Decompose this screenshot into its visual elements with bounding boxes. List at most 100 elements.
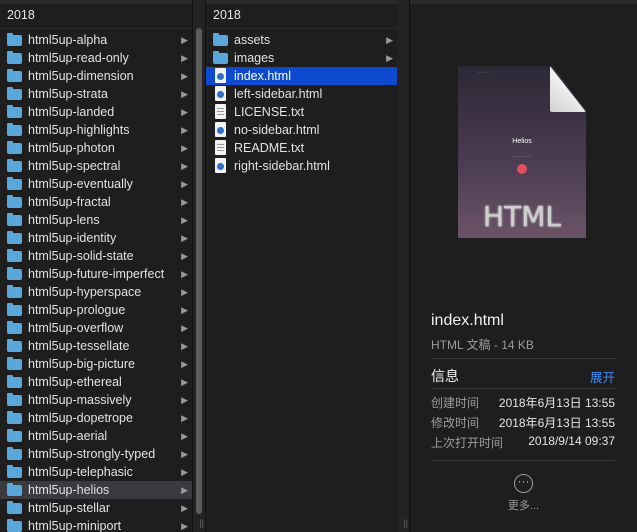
folder-icon	[7, 105, 22, 118]
folder-row[interactable]: html5up-eventually ▶	[0, 175, 192, 193]
folder-row[interactable]: html5up-aerial ▶	[0, 427, 192, 445]
folder-icon	[7, 51, 22, 64]
folder-name: html5up-future-imperfect	[28, 267, 165, 281]
folder-row[interactable]: html5up-photon ▶	[0, 139, 192, 157]
folder-row[interactable]: html5up-telephasic ▶	[0, 463, 192, 481]
folder-row[interactable]: html5up-future-imperfect ▶	[0, 265, 192, 283]
chevron-right-icon: ▶	[386, 35, 393, 45]
folder-name: html5up-miniport	[28, 519, 122, 532]
preview-subtitle-lines: — — — — —	[512, 154, 532, 158]
folder-row[interactable]: html5up-ethereal ▶	[0, 373, 192, 391]
folder-row[interactable]: html5up-hyperspace ▶	[0, 283, 192, 301]
folder-row[interactable]: html5up-highlights ▶	[0, 121, 192, 139]
folder-row[interactable]: html5up-identity ▶	[0, 229, 192, 247]
folder-row[interactable]: html5up-dopetrope ▶	[0, 409, 192, 427]
chevron-right-icon: ▶	[181, 179, 188, 189]
folder-row[interactable]: html5up-miniport ▶	[0, 517, 192, 532]
folder-name: html5up-solid-state	[28, 249, 134, 263]
folder-icon	[7, 177, 22, 190]
scrollbar-thumb[interactable]	[196, 28, 202, 514]
folder-name: html5up-massively	[28, 393, 132, 407]
info-row-created: 创建时间 2018年6月13日 13:55	[431, 394, 615, 412]
file-row[interactable]: right-sidebar.html	[206, 157, 397, 175]
chevron-right-icon: ▶	[181, 305, 188, 315]
html-file-icon	[215, 122, 226, 137]
info-row-last-opened: 上次打开时间 2018/9/14 09:37	[431, 434, 615, 452]
folder-row[interactable]: html5up-dimension ▶	[0, 67, 192, 85]
html-file-icon	[215, 68, 226, 83]
info-label: 创建时间	[431, 396, 480, 410]
column-1-scrollbar[interactable]: ||	[193, 0, 206, 532]
file-type-badge: HTML	[483, 200, 561, 233]
column-2[interactable]: 2018 assets ▶ images ▶ index.html left-sideba…	[206, 0, 398, 532]
folder-row[interactable]: html5up-prologue ▶	[0, 301, 192, 319]
file-row[interactable]: no-sidebar.html	[206, 121, 397, 139]
folder-row[interactable]: html5up-alpha ▶	[0, 31, 192, 49]
chevron-right-icon: ▶	[181, 395, 188, 405]
text-file-icon	[215, 140, 226, 155]
folder-icon	[7, 195, 22, 208]
folder-name: html5up-ethereal	[28, 375, 122, 389]
file-name: right-sidebar.html	[234, 159, 330, 173]
folder-row[interactable]: assets ▶	[206, 31, 397, 49]
more-button[interactable]: ··· 更多...	[410, 474, 637, 513]
folder-row[interactable]: html5up-fractal ▶	[0, 193, 192, 211]
file-row[interactable]: LICENSE.txt	[206, 103, 397, 121]
folder-name: html5up-identity	[28, 231, 117, 245]
preview-button-icon	[517, 164, 527, 174]
file-name: no-sidebar.html	[234, 123, 320, 137]
info-value: 2018年6月13日 13:55	[498, 396, 615, 410]
column-1-list: html5up-alpha ▶ html5up-read-only ▶ html5up-…	[0, 29, 192, 532]
resize-handle-icon[interactable]: ||	[403, 518, 408, 528]
chevron-right-icon: ▶	[181, 377, 188, 387]
folder-icon	[213, 51, 228, 64]
column-2-scrollbar[interactable]: ||	[397, 0, 410, 532]
folder-row[interactable]: html5up-strata ▶	[0, 85, 192, 103]
folder-name: html5up-helios	[28, 483, 110, 497]
expand-link[interactable]: 展开	[590, 367, 615, 386]
folder-row[interactable]: html5up-strongly-typed ▶	[0, 445, 192, 463]
folder-row[interactable]: html5up-massively ▶	[0, 391, 192, 409]
folder-row[interactable]: html5up-landed ▶	[0, 103, 192, 121]
folder-row[interactable]: html5up-spectral ▶	[0, 157, 192, 175]
text-file-icon	[215, 104, 226, 119]
folder-icon	[7, 213, 22, 226]
folder-row[interactable]: html5up-big-picture ▶	[0, 355, 192, 373]
folder-row[interactable]: images ▶	[206, 49, 397, 67]
column-top-bar	[206, 0, 397, 4]
folder-name: html5up-photon	[28, 141, 115, 155]
folder-row[interactable]: html5up-stellar ▶	[0, 499, 192, 517]
folder-icon	[7, 303, 22, 316]
folder-icon	[7, 321, 22, 334]
file-row[interactable]: left-sidebar.html	[206, 85, 397, 103]
folder-name: html5up-telephasic	[28, 465, 133, 479]
column-1[interactable]: 2018 html5up-alpha ▶ html5up-read-only ▶ htm…	[0, 0, 193, 532]
file-preview-thumbnail[interactable]: • • • • Helios — — — — — HTML	[458, 66, 586, 238]
resize-handle-icon[interactable]: ||	[199, 518, 204, 528]
folder-row[interactable]: html5up-solid-state ▶	[0, 247, 192, 265]
chevron-right-icon: ▶	[181, 125, 188, 135]
chevron-right-icon: ▶	[181, 89, 188, 99]
column-2-list: assets ▶ images ▶ index.html left-sidebar.htm…	[206, 29, 397, 175]
info-value: 2018/9/14 09:37	[528, 434, 615, 448]
folder-icon	[7, 231, 22, 244]
preview-nav: • • • •	[478, 70, 492, 74]
folder-icon	[7, 357, 22, 370]
more-label: 更多...	[507, 500, 540, 512]
chevron-right-icon: ▶	[181, 431, 188, 441]
folder-row[interactable]: html5up-overflow ▶	[0, 319, 192, 337]
chevron-right-icon: ▶	[181, 503, 188, 513]
info-value: 2018年6月13日 13:55	[498, 416, 615, 430]
file-name: LICENSE.txt	[234, 105, 305, 119]
folder-row[interactable]: html5up-helios ▶	[0, 481, 192, 499]
folder-icon	[7, 465, 22, 478]
folder-icon	[7, 447, 22, 460]
file-row[interactable]: index.html	[206, 67, 397, 85]
chevron-right-icon: ▶	[181, 161, 188, 171]
folder-row[interactable]: html5up-tessellate ▶	[0, 337, 192, 355]
file-row[interactable]: README.txt	[206, 139, 397, 157]
folder-row[interactable]: html5up-read-only ▶	[0, 49, 192, 67]
folder-row[interactable]: html5up-lens ▶	[0, 211, 192, 229]
folder-icon	[7, 519, 22, 532]
folder-icon	[7, 501, 22, 514]
